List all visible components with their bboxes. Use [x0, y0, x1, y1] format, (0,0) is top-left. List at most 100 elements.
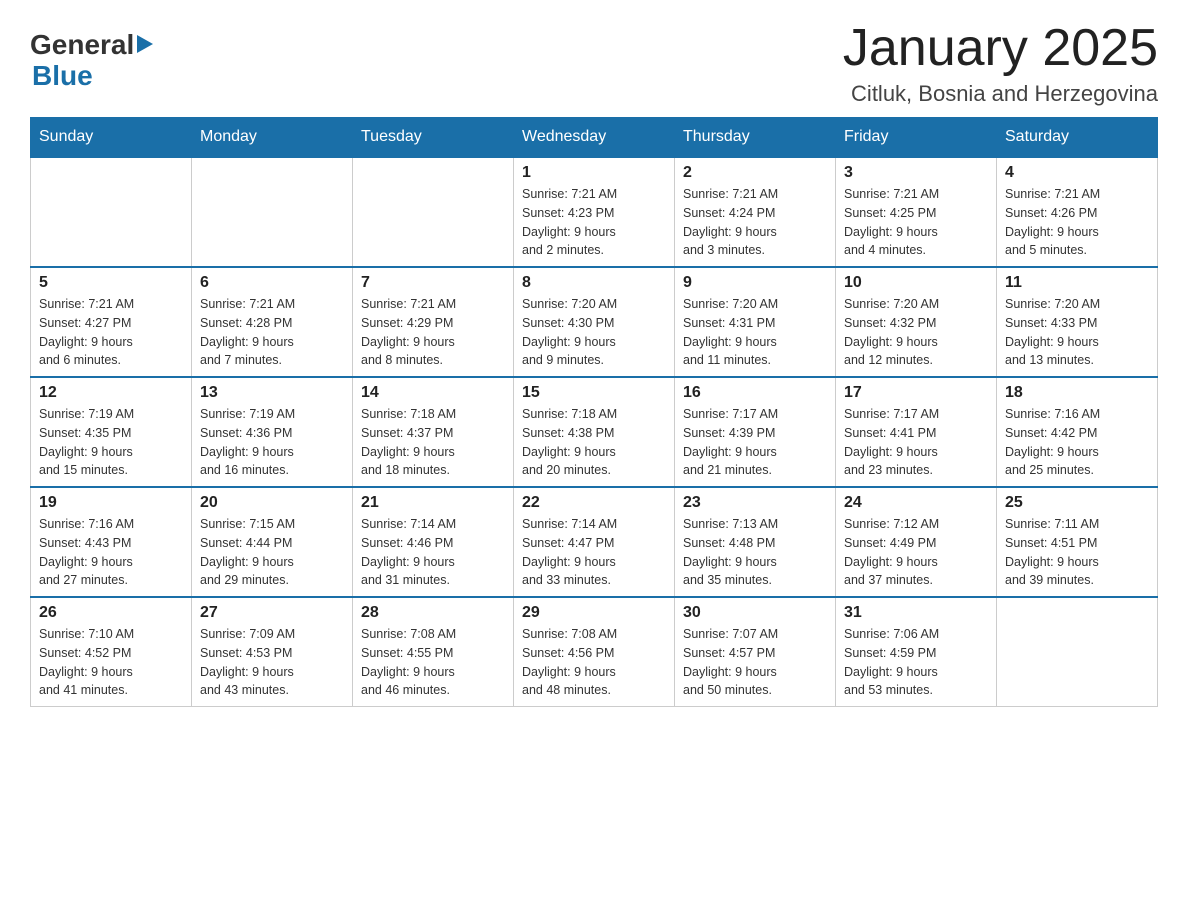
- day-number: 19: [39, 494, 183, 512]
- calendar-header-wednesday: Wednesday: [514, 118, 675, 158]
- day-number: 14: [361, 384, 505, 402]
- calendar-cell: [353, 157, 514, 267]
- day-info: Sunrise: 7:14 AMSunset: 4:46 PMDaylight:…: [361, 515, 505, 590]
- day-info: Sunrise: 7:21 AMSunset: 4:28 PMDaylight:…: [200, 295, 344, 370]
- day-number: 26: [39, 604, 183, 622]
- calendar-cell: 10 Sunrise: 7:20 AMSunset: 4:32 PMDayligh…: [836, 267, 997, 377]
- day-info: Sunrise: 7:12 AMSunset: 4:49 PMDaylight:…: [844, 515, 988, 590]
- calendar-cell: 17 Sunrise: 7:17 AMSunset: 4:41 PMDayligh…: [836, 377, 997, 487]
- calendar-cell: 29Sunrise: 7:08 AMSunset: 4:56 PMDayligh…: [514, 597, 675, 707]
- day-info: Sunrise: 7:20 AMSunset: 4:32 PMDaylight:…: [844, 295, 988, 370]
- week-row-1: 1 Sunrise: 7:21 AMSunset: 4:23 PMDaylight…: [31, 157, 1158, 267]
- calendar-table: SundayMondayTuesdayWednesdayThursdayFrid…: [30, 117, 1158, 707]
- calendar-cell: 25Sunrise: 7:11 AMSunset: 4:51 PMDayligh…: [997, 487, 1158, 597]
- day-number: 17: [844, 384, 988, 402]
- page-header: General Blue January 2025 Citluk, Bosnia…: [30, 20, 1158, 107]
- main-title: January 2025: [843, 20, 1158, 77]
- day-number: 31: [844, 604, 988, 622]
- day-info: Sunrise: 7:16 AMSunset: 4:43 PMDaylight:…: [39, 515, 183, 590]
- day-info: Sunrise: 7:06 AMSunset: 4:59 PMDaylight:…: [844, 625, 988, 700]
- day-info: Sunrise: 7:10 AMSunset: 4:52 PMDaylight:…: [39, 625, 183, 700]
- calendar-cell: 26 Sunrise: 7:10 AMSunset: 4:52 PMDayligh…: [31, 597, 192, 707]
- calendar-cell: 18 Sunrise: 7:16 AMSunset: 4:42 PMDayligh…: [997, 377, 1158, 487]
- calendar-cell: 1 Sunrise: 7:21 AMSunset: 4:23 PMDaylight…: [514, 157, 675, 267]
- day-number: 3: [844, 164, 988, 182]
- week-row-2: 5Sunrise: 7:21 AMSunset: 4:27 PMDaylight…: [31, 267, 1158, 377]
- calendar-header-monday: Monday: [192, 118, 353, 158]
- calendar-cell: 24 Sunrise: 7:12 AMSunset: 4:49 PMDayligh…: [836, 487, 997, 597]
- day-info: Sunrise: 7:16 AMSunset: 4:42 PMDaylight:…: [1005, 405, 1149, 480]
- calendar-cell: 11 Sunrise: 7:20 AMSunset: 4:33 PMDayligh…: [997, 267, 1158, 377]
- calendar-cell: 19 Sunrise: 7:16 AMSunset: 4:43 PMDayligh…: [31, 487, 192, 597]
- day-info: Sunrise: 7:21 AMSunset: 4:24 PMDaylight:…: [683, 185, 827, 260]
- day-number: 4: [1005, 164, 1149, 182]
- day-number: 23: [683, 494, 827, 512]
- day-info: Sunrise: 7:07 AMSunset: 4:57 PMDaylight:…: [683, 625, 827, 700]
- day-number: 6: [200, 274, 344, 292]
- day-number: 10: [844, 274, 988, 292]
- day-number: 25: [1005, 494, 1149, 512]
- day-number: 11: [1005, 274, 1149, 292]
- calendar-header-tuesday: Tuesday: [353, 118, 514, 158]
- calendar-cell: 13 Sunrise: 7:19 AMSunset: 4:36 PMDayligh…: [192, 377, 353, 487]
- day-number: 18: [1005, 384, 1149, 402]
- calendar-cell: 22Sunrise: 7:14 AMSunset: 4:47 PMDayligh…: [514, 487, 675, 597]
- day-number: 21: [361, 494, 505, 512]
- calendar-cell: 7 Sunrise: 7:21 AMSunset: 4:29 PMDaylight…: [353, 267, 514, 377]
- day-info: Sunrise: 7:18 AMSunset: 4:38 PMDaylight:…: [522, 405, 666, 480]
- day-number: 15: [522, 384, 666, 402]
- day-number: 2: [683, 164, 827, 182]
- calendar-cell: 6 Sunrise: 7:21 AMSunset: 4:28 PMDaylight…: [192, 267, 353, 377]
- day-number: 12: [39, 384, 183, 402]
- calendar-header-friday: Friday: [836, 118, 997, 158]
- calendar-cell: 12 Sunrise: 7:19 AMSunset: 4:35 PMDayligh…: [31, 377, 192, 487]
- day-number: 27: [200, 604, 344, 622]
- day-info: Sunrise: 7:20 AMSunset: 4:33 PMDaylight:…: [1005, 295, 1149, 370]
- day-number: 24: [844, 494, 988, 512]
- day-info: Sunrise: 7:17 AMSunset: 4:41 PMDaylight:…: [844, 405, 988, 480]
- logo-blue-text: Blue: [32, 61, 157, 92]
- day-info: Sunrise: 7:19 AMSunset: 4:35 PMDaylight:…: [39, 405, 183, 480]
- title-section: January 2025 Citluk, Bosnia and Herzegov…: [843, 20, 1158, 107]
- calendar-header-saturday: Saturday: [997, 118, 1158, 158]
- day-info: Sunrise: 7:08 AMSunset: 4:55 PMDaylight:…: [361, 625, 505, 700]
- calendar-cell: [997, 597, 1158, 707]
- calendar-cell: 14 Sunrise: 7:18 AMSunset: 4:37 PMDayligh…: [353, 377, 514, 487]
- calendar-cell: [192, 157, 353, 267]
- day-number: 1: [522, 164, 666, 182]
- calendar-cell: 27 Sunrise: 7:09 AMSunset: 4:53 PMDayligh…: [192, 597, 353, 707]
- day-info: Sunrise: 7:21 AMSunset: 4:25 PMDaylight:…: [844, 185, 988, 260]
- week-row-3: 12 Sunrise: 7:19 AMSunset: 4:35 PMDayligh…: [31, 377, 1158, 487]
- day-number: 7: [361, 274, 505, 292]
- calendar-cell: 30 Sunrise: 7:07 AMSunset: 4:57 PMDayligh…: [675, 597, 836, 707]
- calendar-cell: 3 Sunrise: 7:21 AMSunset: 4:25 PMDaylight…: [836, 157, 997, 267]
- day-info: Sunrise: 7:19 AMSunset: 4:36 PMDaylight:…: [200, 405, 344, 480]
- day-info: Sunrise: 7:08 AMSunset: 4:56 PMDaylight:…: [522, 625, 666, 700]
- day-info: Sunrise: 7:20 AMSunset: 4:31 PMDaylight:…: [683, 295, 827, 370]
- day-info: Sunrise: 7:09 AMSunset: 4:53 PMDaylight:…: [200, 625, 344, 700]
- day-info: Sunrise: 7:21 AMSunset: 4:29 PMDaylight:…: [361, 295, 505, 370]
- calendar-cell: 4 Sunrise: 7:21 AMSunset: 4:26 PMDaylight…: [997, 157, 1158, 267]
- day-info: Sunrise: 7:14 AMSunset: 4:47 PMDaylight:…: [522, 515, 666, 590]
- calendar-cell: 16 Sunrise: 7:17 AMSunset: 4:39 PMDayligh…: [675, 377, 836, 487]
- day-number: 9: [683, 274, 827, 292]
- day-info: Sunrise: 7:17 AMSunset: 4:39 PMDaylight:…: [683, 405, 827, 480]
- calendar-cell: 20Sunrise: 7:15 AMSunset: 4:44 PMDayligh…: [192, 487, 353, 597]
- day-info: Sunrise: 7:21 AMSunset: 4:26 PMDaylight:…: [1005, 185, 1149, 260]
- week-row-4: 19 Sunrise: 7:16 AMSunset: 4:43 PMDayligh…: [31, 487, 1158, 597]
- calendar-header-row: SundayMondayTuesdayWednesdayThursdayFrid…: [31, 118, 1158, 158]
- day-number: 20: [200, 494, 344, 512]
- calendar-header-sunday: Sunday: [31, 118, 192, 158]
- week-row-5: 26 Sunrise: 7:10 AMSunset: 4:52 PMDayligh…: [31, 597, 1158, 707]
- day-info: Sunrise: 7:18 AMSunset: 4:37 PMDaylight:…: [361, 405, 505, 480]
- logo: General Blue: [30, 30, 157, 92]
- calendar-cell: 8Sunrise: 7:20 AMSunset: 4:30 PMDaylight…: [514, 267, 675, 377]
- day-number: 8: [522, 274, 666, 292]
- day-info: Sunrise: 7:21 AMSunset: 4:23 PMDaylight:…: [522, 185, 666, 260]
- day-number: 30: [683, 604, 827, 622]
- day-number: 13: [200, 384, 344, 402]
- calendar-cell: 21 Sunrise: 7:14 AMSunset: 4:46 PMDayligh…: [353, 487, 514, 597]
- day-info: Sunrise: 7:21 AMSunset: 4:27 PMDaylight:…: [39, 295, 183, 370]
- day-number: 16: [683, 384, 827, 402]
- calendar-cell: 9 Sunrise: 7:20 AMSunset: 4:31 PMDaylight…: [675, 267, 836, 377]
